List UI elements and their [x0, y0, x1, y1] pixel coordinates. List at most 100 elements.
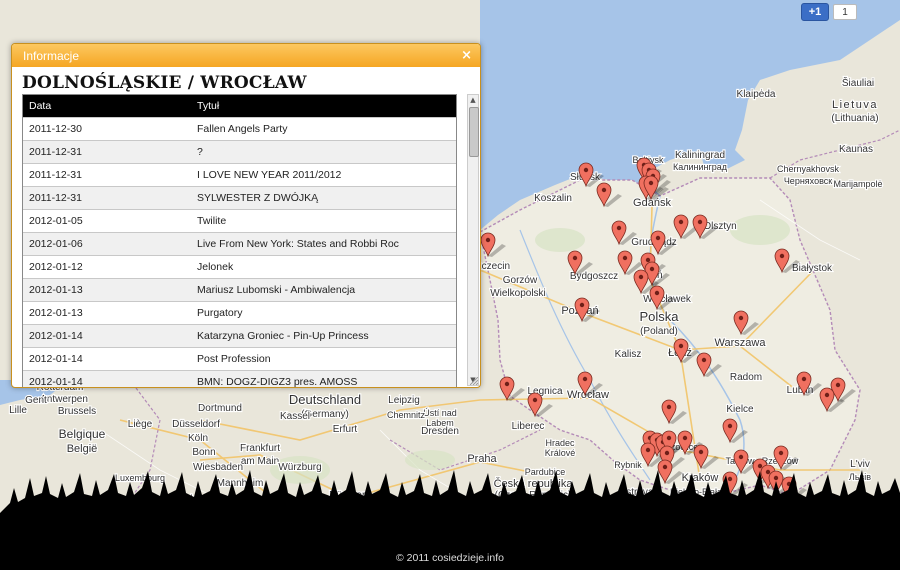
table-row[interactable]: 2012-01-14 Post Profession [23, 347, 456, 371]
map-label: Liberec [512, 421, 545, 432]
google-plus-one-widget[interactable]: +1 1 [801, 3, 857, 21]
events-table-container: Data Tytuł 2011-12-30 Fallen Angels Party… [22, 94, 457, 387]
table-row[interactable]: 2012-01-13 Purgatory [23, 301, 456, 325]
table-row[interactable]: 2012-01-12 Jelonek [23, 255, 456, 279]
map-label: Deutschland [289, 392, 361, 407]
map-label: Gent [25, 395, 47, 406]
map-label: (Poland) [640, 326, 678, 337]
map-label: Chemnitz [387, 410, 426, 420]
events-table: Data Tytuł 2011-12-30 Fallen Angels Party… [23, 95, 456, 387]
event-title[interactable]: Post Profession [197, 347, 456, 371]
map-label: Radom [730, 372, 762, 383]
map-label: Liège [128, 419, 153, 430]
crowd-silhouette [0, 470, 900, 548]
map-label: Gorzów [503, 275, 538, 286]
event-title[interactable]: Live From New York: States and Robbi Roc [197, 232, 456, 256]
table-row[interactable]: 2011-12-31? [23, 140, 456, 164]
event-date: 2012-01-14 [23, 324, 197, 348]
event-date: 2012-01-13 [23, 278, 197, 302]
map-label: Erfurt [333, 424, 358, 435]
event-title[interactable]: Twilite [197, 209, 456, 233]
map-label: Lietuva [832, 99, 878, 111]
resize-handle-icon[interactable] [470, 377, 478, 385]
close-icon[interactable]: × [461, 48, 472, 63]
table-row[interactable]: 2012-01-14 BMN: DOGZ-DIGZ3 pres. AMOSS [23, 370, 456, 387]
scroll-up-icon[interactable]: ▲ [468, 95, 478, 105]
map-label: Praha [467, 453, 497, 465]
map-label: Olsztyn [703, 221, 736, 232]
map-label: Brussels [58, 406, 96, 417]
map-label: Bonn [192, 447, 215, 458]
event-date: 2011-12-31 [23, 140, 197, 164]
map-label: am Main [241, 456, 279, 467]
event-date: 2012-01-12 [23, 255, 197, 279]
info-window: Informacje × DOLNOŚLĄSKIE / WROCŁAW Data… [11, 43, 481, 388]
map-label: Warszawa [715, 337, 767, 349]
map-label: (Lithuania) [831, 113, 878, 124]
info-window-title: Informacje [23, 48, 80, 63]
map-label: Kaunas [839, 144, 873, 155]
event-title[interactable]: BMN: DOGZ-DIGZ3 pres. AMOSS [197, 370, 456, 387]
event-date: 2011-12-31 [23, 163, 197, 187]
event-date: 2011-12-30 [23, 117, 197, 141]
table-row[interactable]: 2012-01-05 Twilite [23, 209, 456, 233]
footer-copyright: © 2011 cosiedzieje.info [396, 552, 504, 564]
event-date: 2012-01-06 [23, 232, 197, 256]
footer: © 2011 cosiedzieje.info [0, 546, 900, 570]
info-window-header: Informacje × [12, 44, 480, 67]
map-label: Kassel [280, 411, 310, 422]
table-row[interactable]: 2012-01-14 Katarzyna Groniec - Pin-Up Pri… [23, 324, 456, 348]
table-scrollbar[interactable]: ▲ ▼ [467, 94, 479, 386]
event-title[interactable]: Mariusz Lubomski - Ambiwalencja [197, 278, 456, 302]
region-heading: DOLNOŚLĄSKIE / WROCŁAW [22, 73, 307, 93]
map-label: Białystok [792, 263, 833, 274]
map-label: Hradec [545, 438, 575, 448]
event-title[interactable]: ? [197, 140, 456, 164]
map-label: Marijampolė [833, 179, 882, 189]
event-date: 2011-12-31 [23, 186, 197, 210]
table-row[interactable]: 2011-12-31 I LOVE NEW YEAR 2011/2012 [23, 163, 456, 187]
map-label: Калининград [673, 162, 728, 172]
map-label: Köln [188, 433, 208, 444]
scrollbar-thumb[interactable] [469, 107, 479, 157]
event-date: 2012-01-05 [23, 209, 197, 233]
map-label: Dortmund [198, 403, 242, 414]
event-date: 2012-01-14 [23, 347, 197, 371]
column-header-date: Data [23, 95, 197, 118]
table-row[interactable]: 2011-12-30 Fallen Angels Party [23, 117, 456, 141]
map-label: Leipzig [388, 395, 420, 406]
map-label: Antwerpen [40, 394, 88, 405]
map-label: Frankfurt [240, 443, 280, 454]
map-label: Lille [9, 405, 27, 416]
map-label: Králové [545, 448, 576, 458]
map-label: Chernyakhovsk [777, 164, 840, 174]
map-label: België [67, 443, 98, 455]
map-label: Düsseldorf [172, 419, 220, 430]
map-label: Koszalin [534, 193, 572, 204]
event-date: 2012-01-14 [23, 370, 197, 387]
event-title[interactable]: SYLWESTER Z DWÓJKĄ [197, 186, 456, 210]
event-title[interactable]: Jelonek [197, 255, 456, 279]
map-label: Belgique [59, 427, 106, 441]
map-label: Ústí nad [423, 408, 457, 418]
map-label: Kielce [726, 404, 754, 415]
plus-one-count: 1 [833, 4, 857, 20]
event-title[interactable]: Fallen Angels Party [197, 117, 456, 141]
table-header-row: Data Tytuł [23, 95, 456, 118]
map-label: Polska [639, 309, 679, 324]
table-row[interactable]: 2011-12-31 SYLWESTER Z DWÓJKĄ [23, 186, 456, 210]
map-label: Kaliningrad [675, 150, 725, 161]
event-title[interactable]: I LOVE NEW YEAR 2011/2012 [197, 163, 456, 187]
map-label: Kalisz [615, 349, 642, 360]
event-title[interactable]: Katarzyna Groniec - Pin-Up Princess [197, 324, 456, 348]
map-label: Šiauliai [842, 76, 874, 89]
map-label: Klaipėda [737, 89, 776, 100]
event-date: 2012-01-13 [23, 301, 197, 325]
column-header-title: Tytuł [197, 95, 456, 118]
event-title[interactable]: Purgatory [197, 301, 456, 325]
plus-one-button[interactable]: +1 [801, 3, 829, 21]
table-row[interactable]: 2012-01-06 Live From New York: States and… [23, 232, 456, 256]
map-label: Черняховск [784, 176, 832, 186]
map-label: Dresden [421, 426, 459, 437]
table-row[interactable]: 2012-01-13 Mariusz Lubomski - Ambiwalencj… [23, 278, 456, 302]
